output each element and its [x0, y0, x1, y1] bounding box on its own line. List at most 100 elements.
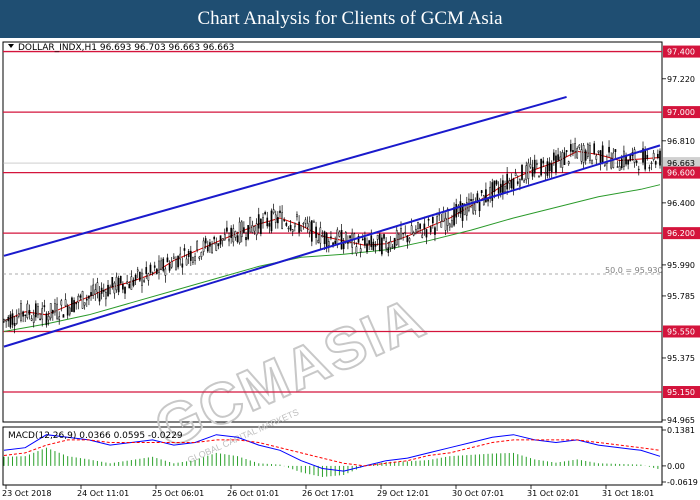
candle-body	[266, 217, 269, 227]
candle-body	[508, 180, 511, 184]
candle-body	[576, 148, 579, 159]
candle-body	[81, 291, 84, 309]
candle-body	[94, 289, 97, 295]
candle-body	[336, 229, 339, 246]
candle-body	[410, 225, 413, 235]
candle-body	[49, 303, 52, 319]
candle-body	[22, 311, 24, 317]
candle-body	[60, 300, 63, 306]
candle-body	[470, 199, 472, 202]
candle-body	[527, 162, 530, 179]
candle-body	[584, 150, 587, 161]
time-axis: 23 Oct 2018 24 Oct 11:01 25 Oct 06:01 26 Oc…	[2, 485, 654, 498]
candle-body	[160, 260, 162, 270]
candle-body	[315, 226, 317, 238]
candle-body	[385, 240, 387, 249]
candle-body	[236, 235, 239, 243]
candle-body	[5, 319, 7, 322]
candle-body	[644, 149, 646, 170]
candle-body	[395, 229, 398, 246]
candle-body	[408, 238, 411, 242]
time-tick-label: 24 Oct 11:01	[77, 489, 129, 498]
candle-body	[206, 246, 209, 252]
candle-body	[415, 228, 417, 234]
candle-body	[134, 274, 137, 281]
candle-body	[319, 227, 322, 244]
candle-body	[635, 160, 638, 163]
candle-body	[313, 221, 315, 223]
candle-body	[608, 146, 610, 153]
candle-body	[330, 236, 332, 238]
candle-body	[139, 271, 141, 281]
candle-body	[289, 224, 292, 231]
price-tick-label: 95.375	[667, 354, 695, 363]
candle-body	[559, 156, 562, 162]
candle-body	[230, 227, 232, 238]
candle-body	[657, 153, 659, 158]
candle-body	[485, 189, 487, 203]
candle-body	[226, 227, 228, 232]
candle-body	[306, 223, 309, 228]
candle-body	[43, 305, 46, 308]
candle-body	[285, 222, 288, 226]
candle-body	[249, 216, 252, 233]
candle-body	[243, 227, 245, 233]
price-tick-label: 96.400	[667, 199, 695, 208]
candle-body	[633, 149, 636, 163]
candle-body	[637, 168, 640, 171]
candle-body	[374, 244, 377, 247]
candle-body	[355, 246, 358, 254]
candle-body	[444, 217, 447, 231]
candle-body	[495, 180, 498, 185]
candle-body	[376, 234, 379, 240]
candle-body	[389, 241, 392, 248]
candle-body	[514, 173, 517, 176]
candle-body	[298, 221, 300, 233]
candle-body	[211, 243, 213, 253]
candle-body	[83, 302, 86, 306]
candle-body	[536, 162, 538, 165]
candle-body	[436, 216, 438, 225]
candle-body	[334, 240, 337, 244]
candle-body	[98, 293, 101, 302]
candle-body	[277, 217, 279, 224]
candle-body	[20, 303, 22, 321]
candle-body	[115, 276, 118, 291]
candle-body	[432, 216, 434, 224]
candle-body	[302, 223, 305, 225]
price-level-label: 95.150	[667, 388, 695, 397]
candle-body	[183, 248, 186, 251]
price-tick-label: 97.220	[667, 75, 695, 84]
price-level-label: 96.600	[667, 169, 695, 178]
candle-body	[200, 251, 203, 258]
candle-body	[124, 286, 126, 294]
candle-body	[442, 211, 445, 222]
time-tick-label: 31 Oct 02:01	[527, 489, 579, 498]
candle-body	[368, 240, 370, 245]
candle-body	[321, 235, 324, 238]
candle-body	[75, 302, 78, 305]
candle-body	[217, 243, 220, 247]
candle-body	[546, 161, 549, 176]
candle-body	[145, 267, 148, 274]
candle-body	[96, 282, 99, 293]
candle-body	[650, 162, 653, 165]
candle-body	[37, 306, 39, 316]
candle-body	[325, 233, 328, 248]
candle-body	[136, 269, 139, 272]
candle-body	[525, 165, 528, 181]
candle-body	[493, 180, 496, 192]
candle-body	[614, 149, 617, 153]
candle-body	[287, 227, 290, 230]
candle-body	[253, 226, 256, 232]
candle-body	[111, 277, 114, 287]
candle-body	[228, 238, 230, 242]
candle-body	[279, 210, 281, 214]
candle-body	[215, 242, 218, 251]
candle-body	[359, 248, 362, 253]
macd-tick-label: 0.1381	[667, 426, 695, 435]
candle-body	[555, 155, 557, 173]
candle-body	[151, 272, 154, 274]
candle-body	[544, 172, 547, 174]
candle-body	[593, 143, 596, 154]
